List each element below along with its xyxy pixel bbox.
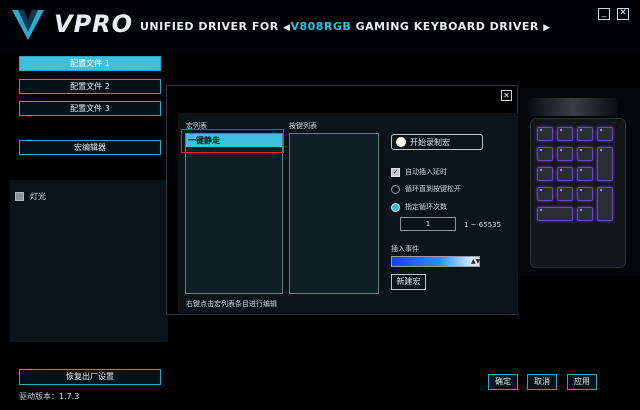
driver-version: 驱动版本：1.7.3: [19, 391, 79, 402]
keyboard-key: [577, 207, 593, 221]
new-macro-button[interactable]: 新建宏: [391, 274, 426, 290]
loop-until-release-label: 循环直到按键松开: [405, 185, 461, 193]
keyboard-key: [577, 127, 593, 141]
auto-delay-option[interactable]: ✓ 自动插入延时: [391, 167, 447, 177]
key-list[interactable]: [289, 133, 379, 294]
factory-reset-button[interactable]: 恢复出厂设置: [19, 369, 161, 385]
macro-list-hint: 右键点击宏列表条目进行编辑: [186, 300, 277, 308]
highlight-outline: [181, 129, 284, 153]
keyboard-key: [577, 187, 593, 201]
keyboard-key: [537, 187, 553, 201]
profile-2-button[interactable]: 配置文件 2: [19, 79, 161, 94]
settings-panel: [10, 180, 168, 342]
dialog-close-button[interactable]: ✕: [501, 90, 512, 101]
next-model-icon[interactable]: ▶: [543, 23, 550, 33]
keyboard-key: [597, 187, 613, 221]
keyboard-key: [557, 127, 573, 141]
keyboard-key: [557, 187, 573, 201]
insert-event-label: 插入事件: [391, 245, 419, 253]
ok-button[interactable]: 确定: [488, 374, 518, 390]
keyboard-key: [557, 167, 573, 181]
keyboard-key: [537, 207, 573, 221]
light-label: 灯光: [30, 192, 46, 201]
vpro-logo-icon: [12, 10, 44, 40]
keyboard-key: [557, 147, 573, 161]
loop-count-radio[interactable]: [391, 202, 400, 212]
keyboard-key: [597, 147, 613, 181]
loop-count-input[interactable]: 1: [400, 217, 456, 231]
key-list-label: 按键列表: [289, 122, 317, 130]
profile-1-button[interactable]: 配置文件 1: [19, 56, 161, 71]
model-name: V808RGB: [290, 20, 352, 33]
record-icon: [396, 137, 406, 147]
keyboard-key: [537, 147, 553, 161]
title-suffix: GAMING KEYBOARD DRIVER: [355, 20, 539, 33]
version-label: 驱动版本：: [19, 392, 59, 401]
close-window-button[interactable]: ✕: [617, 8, 629, 20]
loop-count-label: 指定循环次数: [405, 203, 447, 211]
macro-editor-button[interactable]: 宏编辑器: [19, 140, 161, 155]
keyboard-key: [577, 147, 593, 161]
app-header: VPRO UNIFIED DRIVER FOR ◀V808RGB GAMING …: [0, 0, 640, 52]
auto-delay-label: 自动插入延时: [405, 168, 447, 176]
light-toggle[interactable]: 灯光: [15, 191, 46, 202]
insert-event-select[interactable]: ▲▼: [391, 256, 480, 267]
minimize-button[interactable]: _: [598, 8, 610, 20]
keyboard-body: [530, 118, 626, 268]
loop-until-release-radio[interactable]: [391, 184, 400, 194]
cancel-button[interactable]: 取消: [527, 374, 557, 390]
app-title: UNIFIED DRIVER FOR ◀V808RGB GAMING KEYBO…: [140, 20, 551, 33]
macro-list[interactable]: [185, 133, 283, 294]
dropdown-arrow-icon[interactable]: ▲▼: [471, 257, 480, 266]
start-record-button[interactable]: 开始录制宏: [391, 134, 483, 150]
record-label: 开始录制宏: [410, 137, 450, 147]
keyboard-key: [597, 127, 613, 141]
keyboard-top-bar: [528, 98, 618, 116]
auto-delay-checkbox[interactable]: ✓: [391, 167, 400, 177]
loop-count-range: 1 ~ 65535: [464, 221, 502, 229]
version-value: 1.7.3: [59, 392, 80, 401]
light-checkbox[interactable]: [15, 192, 24, 201]
keyboard-key: [537, 127, 553, 141]
keyboard-preview-image: [518, 88, 640, 276]
profile-3-button[interactable]: 配置文件 3: [19, 101, 161, 116]
keyboard-key: [577, 167, 593, 181]
brand-logo-text: VPRO: [54, 10, 134, 38]
apply-button[interactable]: 应用: [567, 374, 597, 390]
title-prefix: UNIFIED DRIVER FOR: [140, 20, 279, 33]
loop-until-release-option[interactable]: 循环直到按键松开: [391, 184, 461, 194]
keyboard-key: [537, 167, 553, 181]
loop-count-option[interactable]: 指定循环次数: [391, 202, 447, 212]
